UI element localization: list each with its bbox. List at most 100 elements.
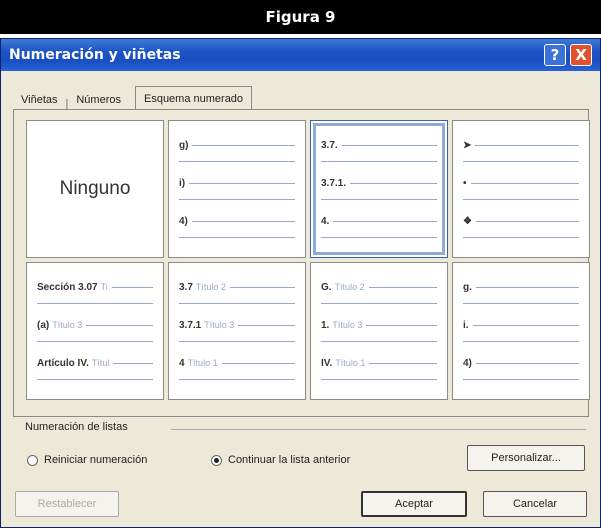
- option-underline: [37, 341, 153, 342]
- option-underline: [463, 161, 579, 162]
- option-underline: [321, 379, 437, 380]
- option-underline: [179, 199, 295, 200]
- option-line: [475, 362, 579, 364]
- continue-radio-dot[interactable]: [211, 454, 222, 466]
- restart-radio-dot[interactable]: [27, 454, 38, 466]
- option-line: [86, 324, 153, 326]
- option-row: 3.7.: [321, 135, 437, 155]
- option-underline: [321, 237, 437, 238]
- option-row: Artículo IV. Títul: [37, 353, 153, 373]
- option-row: G. Título 2: [321, 277, 437, 297]
- option-marker: •: [463, 177, 467, 189]
- option-underline: [463, 303, 579, 304]
- option-underline: [463, 379, 579, 380]
- option-marker: 4): [463, 357, 472, 369]
- option-marker: 3.7.1.: [321, 177, 347, 189]
- option-row: i.: [463, 315, 579, 335]
- option-marker: 3.7: [179, 281, 193, 293]
- option-underline: [179, 161, 295, 162]
- option-row: 4 Título 1: [179, 353, 295, 373]
- continue-list-label: Continuar la lista anterior: [228, 454, 351, 466]
- option-row: ➤: [463, 135, 579, 155]
- numbering-option-4[interactable]: ➤ • ❖: [452, 120, 590, 258]
- option-marker: ➤: [463, 139, 472, 151]
- tab-bullets[interactable]: Viñetas: [15, 90, 64, 110]
- numbering-option-3[interactable]: 3.7. 3.7.1. 4.: [310, 120, 448, 258]
- option-marker: Sección 3.07: [37, 281, 98, 293]
- numbering-option-8[interactable]: g. i. 4): [452, 262, 590, 400]
- section-divider: [171, 429, 586, 430]
- option-line: [111, 286, 153, 288]
- numbering-option-7[interactable]: G. Título 2 1. Título 3 IV. Título 1: [310, 262, 448, 400]
- option-heading-text: Título 2: [334, 282, 365, 292]
- numbering-option-2[interactable]: g) i) 4): [168, 120, 306, 258]
- figure-caption: Figura 9: [0, 0, 601, 34]
- option-line: [366, 324, 437, 326]
- numbering-option-6[interactable]: 3.7 Título 2 3.7.1 Título 3 4 Título 1: [168, 262, 306, 400]
- help-button[interactable]: ?: [544, 44, 566, 66]
- option-underline: [463, 199, 579, 200]
- option-marker: g): [179, 139, 189, 151]
- option-row: 1. Título 3: [321, 315, 437, 335]
- option-row: g.: [463, 277, 579, 297]
- option-underline: [179, 379, 295, 380]
- tab-panel: Ninguno g) i) 4) 3.7. 3.7.1. 4. ➤ • ❖ Sección 3.07…: [13, 109, 590, 417]
- option-row: ❖: [463, 211, 579, 231]
- numbering-option-5[interactable]: Sección 3.07 Ti (a) Título 3 Artículo IV. Tít…: [26, 262, 164, 400]
- option-row: 4): [179, 211, 295, 231]
- option-underline: [179, 303, 295, 304]
- option-row: 3.7.1 Título 3: [179, 315, 295, 335]
- option-marker: 4: [179, 357, 185, 369]
- option-line: [229, 286, 295, 288]
- tab-numbers[interactable]: Números: [70, 90, 127, 110]
- continue-list-radio[interactable]: Continuar la lista anterior: [211, 454, 350, 466]
- numbering-gallery: Ninguno g) i) 4) 3.7. 3.7.1. 4. ➤ • ❖ Sección 3.07…: [26, 120, 590, 400]
- numbering-option-1[interactable]: Ninguno: [26, 120, 164, 258]
- option-marker: G.: [321, 281, 332, 293]
- close-button[interactable]: X: [570, 44, 592, 66]
- option-marker: IV.: [321, 357, 333, 369]
- option-heading-text: Ti: [100, 282, 108, 292]
- option-line: [221, 362, 295, 364]
- reset-button[interactable]: Restablecer: [15, 491, 119, 517]
- option-underline: [321, 303, 437, 304]
- option-row: (a) Título 3: [37, 315, 153, 335]
- cancel-button[interactable]: Cancelar: [483, 491, 587, 517]
- option-row: g): [179, 135, 295, 155]
- option-marker: 3.7.: [321, 139, 338, 151]
- ok-button[interactable]: Aceptar: [361, 491, 467, 517]
- option-row: 4): [463, 353, 579, 373]
- option-line: [472, 324, 579, 326]
- option-underline: [37, 379, 153, 380]
- option-row: Sección 3.07 Ti: [37, 277, 153, 297]
- option-line: [368, 286, 437, 288]
- option-marker: i): [179, 177, 186, 189]
- option-heading-text: Títul: [91, 358, 110, 368]
- option-marker: 4.: [321, 215, 330, 227]
- option-marker: 4): [179, 215, 188, 227]
- option-line: [192, 144, 295, 146]
- option-heading-text: Título 3: [204, 320, 235, 330]
- option-row: IV. Título 1: [321, 353, 437, 373]
- tab-outline-numbered[interactable]: Esquema numerado: [134, 86, 253, 111]
- option-line: [341, 144, 437, 146]
- option-underline: [321, 341, 437, 342]
- option-row: 3.7 Título 2: [179, 277, 295, 297]
- option-underline: [321, 161, 437, 162]
- option-row: 4.: [321, 211, 437, 231]
- option-line: [475, 220, 579, 222]
- option-line: [350, 182, 437, 184]
- restart-numbering-radio[interactable]: Reiniciar numeración: [27, 454, 147, 466]
- option-line: [191, 220, 295, 222]
- option-marker: 3.7.1: [179, 319, 202, 331]
- restart-numbering-label: Reiniciar numeración: [44, 454, 148, 466]
- numbering-bullets-dialog: Numeración y viñetas ? X Viñetas | Númer…: [0, 38, 601, 528]
- option-line: [475, 144, 579, 146]
- option-line: [189, 182, 295, 184]
- customize-button[interactable]: Personalizar...: [467, 445, 585, 471]
- option-underline: [179, 237, 295, 238]
- option-marker: Artículo IV.: [37, 357, 89, 369]
- option-line: [238, 324, 295, 326]
- tab-strip: Viñetas | Números Esquema numerado: [15, 85, 253, 111]
- option-line: [333, 220, 437, 222]
